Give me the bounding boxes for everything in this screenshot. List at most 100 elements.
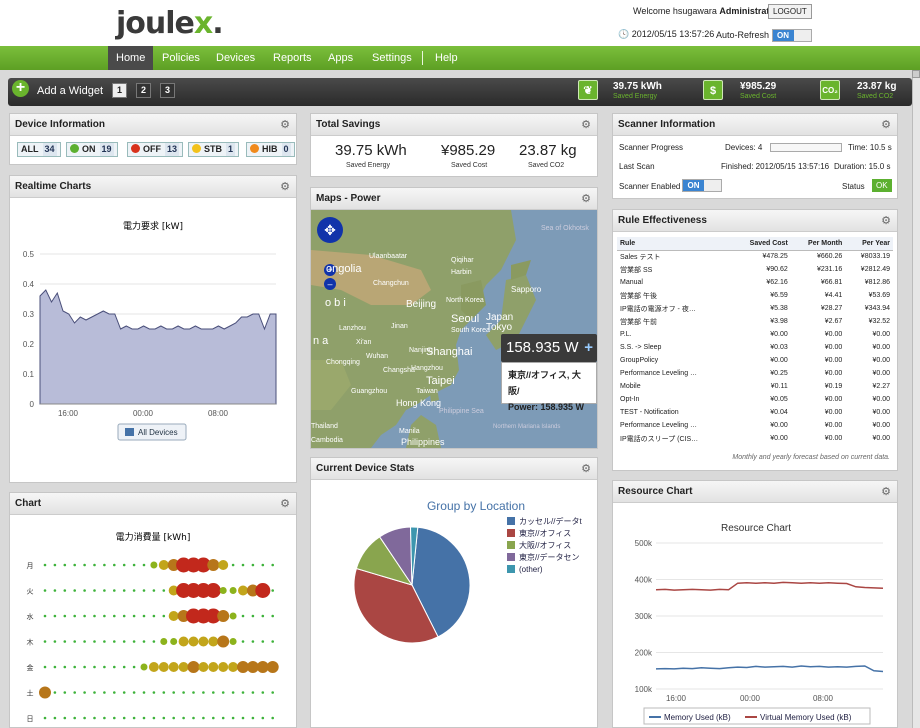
scroll-up-arrow[interactable] xyxy=(912,70,920,78)
table-row[interactable]: 営業部 午前 ¥3.98 ¥2.67 ¥32.52 xyxy=(617,315,893,328)
bubble xyxy=(132,614,136,618)
bubble xyxy=(122,716,126,720)
nav-apps[interactable]: Apps xyxy=(320,46,361,70)
gear-icon[interactable]: ⚙ xyxy=(581,114,591,136)
bubble xyxy=(271,640,275,643)
table-row[interactable]: P.L. ¥0.00 ¥0.00 ¥0.00 xyxy=(617,328,893,341)
table-cell: ¥0.00 xyxy=(824,409,843,416)
page-scrollbar[interactable] xyxy=(912,70,920,728)
map-label: Manila xyxy=(399,428,420,435)
bubble xyxy=(93,640,96,643)
bubble xyxy=(168,662,179,672)
table-row[interactable]: Performance Leveling … ¥0.00 ¥0.00 ¥0.00 xyxy=(617,419,893,432)
filter-all-button[interactable]: ALL 34 xyxy=(17,142,61,157)
saved-cost-label: Saved Cost xyxy=(740,93,777,100)
table-row[interactable]: Manual ¥62.16 ¥66.81 ¥812.86 xyxy=(617,276,893,289)
legend-swatch xyxy=(507,553,515,561)
filter-on-button[interactable]: ON 19 xyxy=(66,142,118,157)
gear-icon[interactable]: ⚙ xyxy=(881,210,891,232)
gear-icon[interactable]: ⚙ xyxy=(280,176,290,198)
rule-table: Rule Saved Cost Per Month Per Year Sales… xyxy=(617,237,893,445)
legend-swatch xyxy=(125,428,134,436)
nav-policies[interactable]: Policies xyxy=(154,46,208,70)
table-row[interactable]: IP電話のスリープ (CIS… ¥0.00 ¥0.00 ¥0.00 xyxy=(617,432,893,445)
nav-reports[interactable]: Reports xyxy=(265,46,320,70)
bubble xyxy=(251,716,255,720)
gear-icon[interactable]: ⚙ xyxy=(881,114,891,136)
table-cell: ¥3.98 xyxy=(770,318,788,325)
bubble xyxy=(83,640,86,643)
logout-button[interactable]: LOGOUT xyxy=(768,4,812,19)
filter-stb-button[interactable]: STB 1 xyxy=(188,142,240,157)
bubble xyxy=(103,716,106,720)
table-row[interactable]: Sales テスト ¥478.25 ¥660.26 ¥8033.19 xyxy=(617,250,893,263)
bubble xyxy=(170,638,178,645)
bubble xyxy=(241,640,245,643)
nav-devices[interactable]: Devices xyxy=(208,46,263,70)
table-cell: ¥2812.49 xyxy=(860,266,890,273)
add-widget-button[interactable]: Add a Widget xyxy=(37,85,103,97)
col-saved-cost[interactable]: Saved Cost xyxy=(731,237,791,251)
table-row[interactable]: S.S. -> Sleep ¥0.03 ¥0.00 ¥0.00 xyxy=(617,341,893,354)
y-tick-label: 0.4 xyxy=(23,280,35,289)
bubble xyxy=(162,589,166,592)
bubble xyxy=(192,716,195,720)
panel-title: Maps - Power xyxy=(316,193,381,204)
nav-help[interactable]: Help xyxy=(427,46,466,70)
page-2-button[interactable]: 2 xyxy=(136,83,151,98)
table-row[interactable]: IP電話の電源オフ - 夜… ¥5.38 ¥28.27 ¥343.94 xyxy=(617,302,893,315)
table-row[interactable]: Performance Leveling … ¥0.25 ¥0.00 ¥0.00 xyxy=(617,367,893,380)
page-1-button[interactable]: 1 xyxy=(112,83,127,98)
day-label: 木 xyxy=(27,638,34,647)
total-co2-label: Saved CO2 xyxy=(528,162,565,169)
gear-icon[interactable]: ⚙ xyxy=(280,114,290,136)
map-label: Lanzhou xyxy=(339,325,366,332)
gear-icon[interactable]: ⚙ xyxy=(581,188,591,210)
col-rule[interactable]: Rule xyxy=(617,237,731,251)
x-tick-label: 16:00 xyxy=(58,409,79,418)
table-cell: Performance Leveling … xyxy=(620,370,698,377)
table-row[interactable]: 営業部 SS ¥90.62 ¥231.16 ¥2812.49 xyxy=(617,263,893,276)
gear-icon[interactable]: ⚙ xyxy=(280,493,290,515)
scanner-progress-bar xyxy=(770,143,842,152)
nav-home[interactable]: Home xyxy=(108,46,154,70)
table-row[interactable]: Mobile ¥0.11 ¥0.19 ¥2.27 xyxy=(617,380,893,393)
table-cell: ¥0.05 xyxy=(770,396,788,403)
map-label: Hong Kong xyxy=(396,398,441,408)
bubble xyxy=(208,636,219,647)
table-row[interactable]: Opt-In ¥0.05 ¥0.00 ¥0.00 xyxy=(617,393,893,406)
bubble xyxy=(83,665,86,669)
bubble xyxy=(152,614,156,618)
page-3-button[interactable]: 3 xyxy=(160,83,175,98)
filter-hib-button[interactable]: HIB 0 xyxy=(246,142,295,157)
gear-icon[interactable]: ⚙ xyxy=(881,481,891,503)
legend-label: 大阪//オフィス xyxy=(519,540,571,550)
bubble xyxy=(83,691,86,694)
add-widget-icon[interactable]: + xyxy=(12,80,29,97)
table-row[interactable]: GroupPolicy ¥0.00 ¥0.00 ¥0.00 xyxy=(617,354,893,367)
joulex-logo[interactable]: joulex. xyxy=(116,6,224,41)
auto-refresh-toggle[interactable]: ON xyxy=(771,29,812,42)
saved-cost-value: ¥985.29 xyxy=(740,81,777,92)
nav-settings[interactable]: Settings xyxy=(364,46,420,70)
y-tick-label: 0.1 xyxy=(23,370,35,379)
filter-off-button[interactable]: OFF 13 xyxy=(127,142,184,157)
gear-icon[interactable]: ⚙ xyxy=(581,458,591,480)
chart-title: Resource Chart xyxy=(721,523,791,534)
y-tick-label: 0.5 xyxy=(23,250,35,259)
table-cell: ¥0.00 xyxy=(824,435,843,442)
table-cell: ¥0.00 xyxy=(824,344,843,351)
table-cell: ¥231.16 xyxy=(816,266,843,273)
scanner-enabled-toggle[interactable]: ON xyxy=(682,179,722,192)
table-row[interactable]: TEST - Notification ¥0.04 ¥0.00 ¥0.00 xyxy=(617,406,893,419)
bubble xyxy=(43,665,47,669)
bubble xyxy=(192,691,195,694)
bubble xyxy=(172,716,175,720)
realtime-power-chart: 電力要求 [kW] 0.5 0.4 0.3 0.2 0.1 0 16:00 00:00 08:00… xyxy=(23,220,277,441)
col-per-month[interactable]: Per Month xyxy=(790,237,846,251)
bubble xyxy=(43,589,47,592)
table-cell: ¥0.00 xyxy=(824,370,843,377)
table-row[interactable]: 営業部 午後 ¥6.59 ¥4.41 ¥53.69 xyxy=(617,289,893,302)
col-per-year[interactable]: Per Year xyxy=(845,237,893,251)
app-header: joulex. Welcome hsugawara Administrator … xyxy=(0,0,920,46)
